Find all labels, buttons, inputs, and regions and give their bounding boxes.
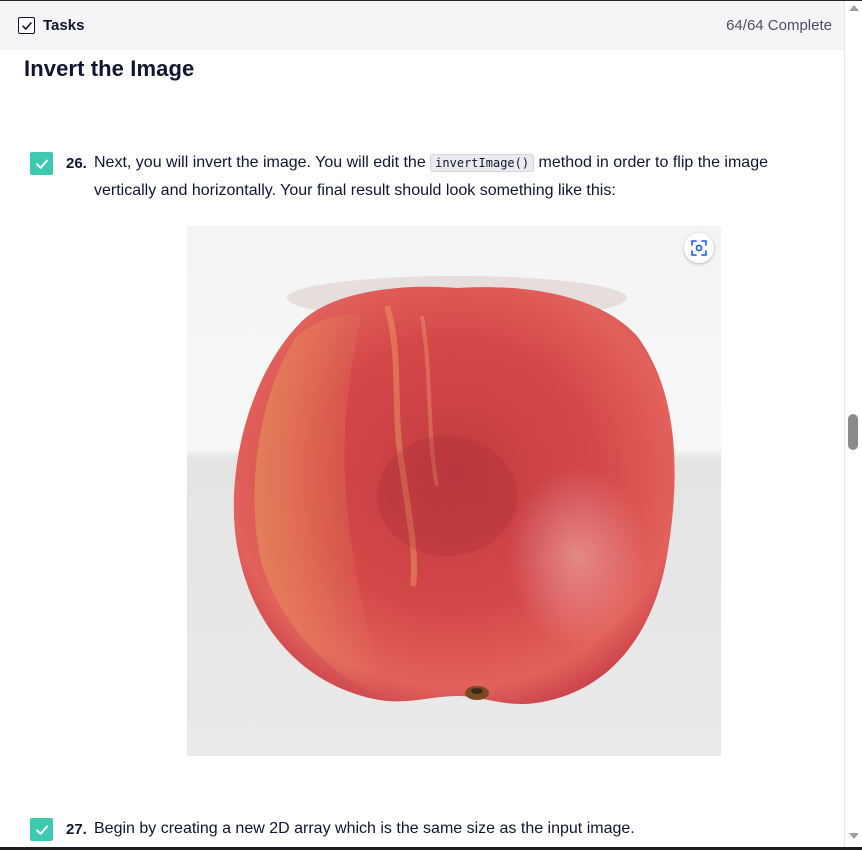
tasks-header[interactable]: Tasks 64/64 Complete xyxy=(0,1,844,50)
completion-status: 64/64 Complete xyxy=(726,17,832,34)
tasks-title: Tasks xyxy=(43,17,85,34)
checkbox-icon xyxy=(18,17,35,34)
task-item-26: 26. Next, you will invert the image. You… xyxy=(30,152,820,205)
zoom-image-button[interactable] xyxy=(684,233,714,263)
scrollbar-thumb[interactable] xyxy=(848,414,858,450)
check-icon xyxy=(35,825,48,835)
code-snippet: invertImage() xyxy=(430,154,535,172)
check-icon xyxy=(35,159,48,169)
task-checkbox-27[interactable] xyxy=(30,818,53,841)
scroll-down-arrow-icon[interactable] xyxy=(849,833,859,839)
task-number: 27. xyxy=(66,821,87,838)
scroll-up-arrow-icon[interactable] xyxy=(849,5,859,11)
task-checkbox-26[interactable] xyxy=(30,152,53,175)
apple-illustration xyxy=(187,226,721,756)
tasks-header-left: Tasks xyxy=(18,17,84,34)
inverted-apple-image xyxy=(187,226,721,756)
task-description: Next, you will invert the image. You wil… xyxy=(94,149,794,205)
task-content: Invert the Image 26. Next, you will inve… xyxy=(0,50,844,847)
task-text-before: Next, you will invert the image. You wil… xyxy=(94,154,431,171)
section-heading: Invert the Image xyxy=(24,56,195,81)
zoom-icon xyxy=(691,240,707,256)
task-number: 26. xyxy=(66,155,87,172)
vertical-scrollbar[interactable] xyxy=(844,1,862,847)
task-item-27: 27. Begin by creating a new 2D array whi… xyxy=(30,818,820,843)
task-description: Begin by creating a new 2D array which i… xyxy=(94,820,635,837)
